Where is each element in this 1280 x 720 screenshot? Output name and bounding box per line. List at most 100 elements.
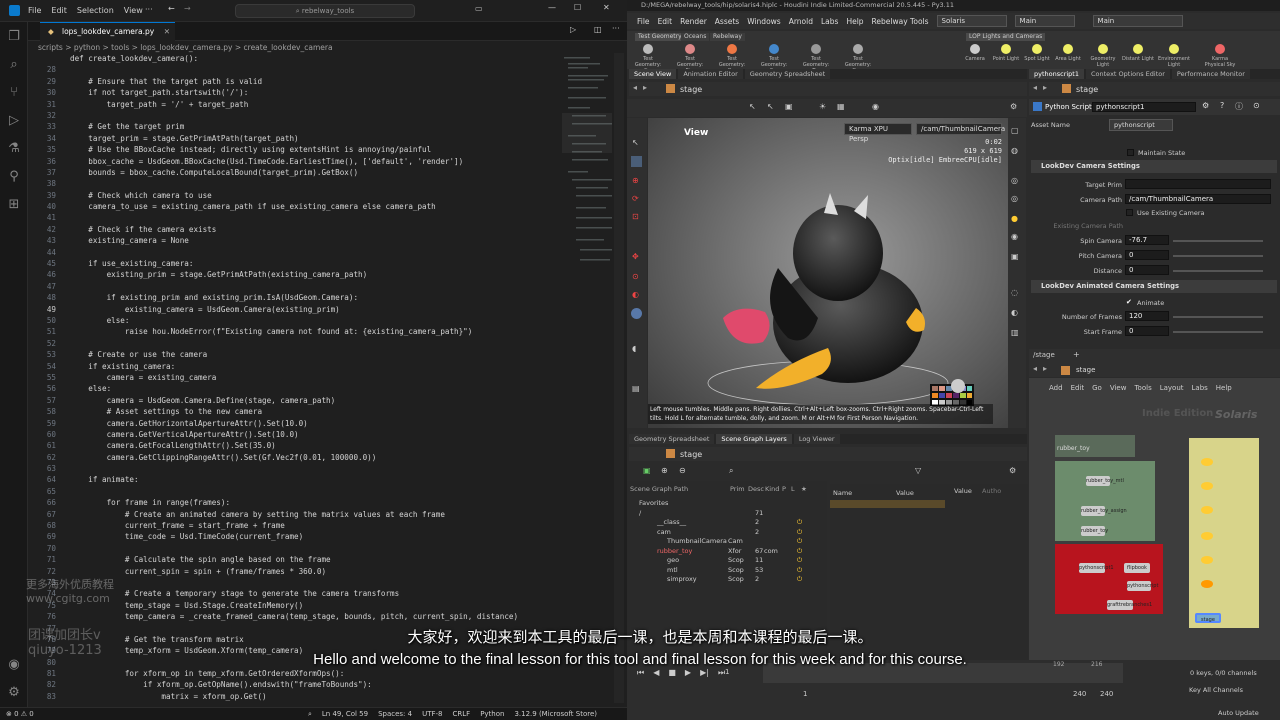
code-line[interactable]: 48 if existing_prim and existing_prim.Is… — [28, 292, 558, 303]
code-line[interactable]: def create_lookdev_camera(): — [28, 53, 558, 64]
problems-status[interactable]: ⊗ 0 ⚠ 0 — [6, 710, 34, 718]
indent-status[interactable]: Spaces: 4 — [378, 710, 412, 719]
camera-select[interactable]: /cam/ThumbnailCamera — [916, 123, 1005, 135]
node-pin-icon[interactable]: ⊙ — [1253, 101, 1260, 110]
sg-row[interactable]: rubber_toy Xfor 67 com ⏻ — [627, 547, 827, 557]
main-select-2[interactable]: Main — [1092, 15, 1183, 27]
jump-start-icon[interactable]: ⏮ — [637, 668, 644, 680]
command-search-input[interactable]: ⌕ rebelway_tools — [235, 4, 415, 18]
code-line[interactable]: 52 — [28, 338, 558, 349]
network-tab[interactable]: /stage — [1033, 351, 1055, 359]
code-line[interactable]: 54 if existing_camera: — [28, 361, 558, 372]
explorer-icon[interactable]: ❐ — [0, 22, 28, 50]
python-version-status[interactable]: 3.12.9 (Microsoft Store) — [514, 710, 597, 719]
shelf-tool-env-light[interactable]: Environment Light — [1157, 43, 1191, 68]
sg-col-star[interactable]: ★ — [801, 485, 807, 493]
sg-filter-icon[interactable]: ▽ — [915, 466, 921, 475]
step-forward-icon[interactable]: ▶| — [700, 668, 709, 680]
source-control-icon[interactable]: ⑂ — [0, 78, 28, 106]
shelf-tab-oceans[interactable]: Oceans — [681, 33, 710, 41]
node-rubber-toy[interactable]: rubber_toy — [1081, 526, 1108, 536]
code-line[interactable]: 30 if not target_path.startswith('/'): — [28, 87, 558, 98]
tab-log-viewer[interactable]: Log Viewer — [793, 434, 840, 444]
sg-row[interactable]: geo Scop 11 ⏻ — [627, 556, 827, 566]
layout-icon[interactable]: ▭ — [475, 4, 483, 13]
node-info-icon[interactable]: ⓘ — [1235, 101, 1243, 112]
viewport[interactable]: View Karma XPU Persp /cam/ThumbnailCamer… — [648, 118, 1008, 428]
code-line[interactable]: 79 temp_xform = UsdGeom.Xform(temp_camer… — [28, 645, 558, 656]
tab-performance-monitor[interactable]: Performance Monitor — [1171, 69, 1250, 79]
code-line[interactable]: 59 camera.GetHorizontalApertureAttr().Se… — [28, 418, 558, 429]
sg-stage-path[interactable]: stage — [680, 450, 702, 459]
encoding-status[interactable]: UTF-8 — [422, 710, 442, 719]
forward-arrow-icon[interactable]: → — [184, 4, 191, 13]
tool-pose-icon[interactable]: ⊙ — [632, 272, 639, 281]
tab-geometry-spreadsheet-2[interactable]: Geometry Spreadsheet — [629, 434, 715, 444]
back-icon[interactable]: ◂ — [633, 83, 637, 92]
distance-field[interactable]: 0 — [1125, 265, 1169, 275]
language-status[interactable]: Python — [480, 710, 504, 719]
shelf-tab-test-geometry[interactable]: Test Geometry — [635, 33, 685, 41]
code-line[interactable]: 50 else: — [28, 315, 558, 326]
shelf-tool-point-light[interactable]: Point Light — [989, 43, 1023, 67]
cursor-position[interactable]: Ln 49, Col 59 — [322, 710, 368, 719]
node-rubber-toy-assign[interactable]: rubber_toy_assign — [1081, 506, 1127, 516]
code-line[interactable]: 35 # Use the BBoxCache instead; directly… — [28, 144, 558, 155]
code-line[interactable]: 76 temp_camera = _create_framed_camera(t… — [28, 611, 558, 622]
scrollbar-vertical[interactable] — [614, 53, 624, 703]
visibility-icon[interactable]: ⏻ — [797, 547, 802, 557]
node-pythonscript1[interactable]: pythonscript1 — [1079, 563, 1114, 573]
sg-row[interactable]: simproxy Scop 2 ⏻ — [627, 575, 827, 585]
tab-lops-lookdev-camera[interactable]: ◆ lops_lookdev_camera.py ✕ — [40, 22, 175, 41]
sg-row[interactable]: __class__ 2 ⏻ — [627, 518, 827, 528]
param-forward-icon[interactable]: ▸ — [1043, 83, 1047, 92]
eol-status[interactable]: CRLF — [453, 710, 471, 719]
main-select[interactable]: Main — [1014, 15, 1075, 27]
section-animated-camera[interactable]: LookDev Animated Camera Settings — [1031, 280, 1277, 293]
scene-graph-tree[interactable]: Scene Graph Path Prim Desc Kind P L ★ Fa… — [627, 481, 827, 661]
sg-col-prim[interactable]: Prim — [730, 485, 745, 493]
remote-icon[interactable]: ⚲ — [0, 162, 28, 190]
net-menu-tools[interactable]: Tools — [1134, 384, 1151, 396]
param-back-icon[interactable]: ◂ — [1033, 83, 1037, 92]
close-button[interactable]: ✕ — [603, 3, 610, 12]
h-menu-file[interactable]: File — [637, 17, 650, 26]
editor-more-icon[interactable]: ··· — [612, 24, 620, 33]
renderer-select[interactable]: Karma XPU Persp — [844, 123, 912, 143]
attr-col-author[interactable]: Autho — [982, 487, 1001, 495]
visibility-icon[interactable]: ⏻ — [797, 518, 802, 528]
code-line[interactable]: 69 time_code = Usd.TimeCode(current_fram… — [28, 531, 558, 542]
pitch-camera-slider[interactable] — [1173, 255, 1263, 257]
network-stage-path[interactable]: stage — [1076, 366, 1095, 374]
display-icon-7[interactable]: ▣ — [1011, 252, 1019, 261]
node-rubber-toy-mtl[interactable]: rubber_toy_mtl — [1086, 476, 1124, 486]
code-line[interactable]: 55 camera = existing_camera — [28, 372, 558, 383]
run-debug-icon[interactable]: ▷ — [0, 106, 28, 134]
visibility-icon[interactable]: ⏻ — [797, 537, 802, 547]
network-editor[interactable]: Add Edit Go View Tools Layout Labs Help … — [1029, 378, 1280, 663]
minimap[interactable] — [562, 53, 612, 353]
tool-lock-icon[interactable] — [631, 156, 642, 167]
code-line[interactable]: 67 # Create an animated camera by settin… — [28, 509, 558, 520]
code-line[interactable]: 81 for xform_op in temp_xform.GetOrdered… — [28, 668, 558, 679]
display-icon-1[interactable]: ▢ — [1011, 126, 1019, 135]
code-line[interactable]: 77 — [28, 623, 558, 634]
background-icon[interactable]: ▦ — [837, 102, 845, 111]
attr-col-value2[interactable]: Value — [954, 487, 972, 495]
shelf-tool-geometry-light[interactable]: Geometry Light — [1086, 43, 1120, 68]
shelf-tool-test-geo-ge[interactable]: Test Geometry: Ge... — [841, 43, 875, 74]
net-menu-view[interactable]: View — [1110, 384, 1127, 396]
node-grafttrebranches1[interactable]: grafttrebranches1 — [1107, 600, 1152, 610]
light-node-6-icon[interactable] — [1201, 580, 1213, 588]
sg-row[interactable]: / 71 — [627, 509, 827, 519]
code-line[interactable]: 49 existing_camera = UsdGeom.Camera(exis… — [28, 304, 558, 315]
net-forward-icon[interactable]: ▸ — [1043, 364, 1047, 373]
zoom-icon[interactable]: ⌕ — [308, 710, 312, 719]
tool-rotate-icon[interactable]: ⟳ — [632, 194, 639, 203]
lighting-icon[interactable]: ☀ — [819, 102, 826, 111]
camera-path-field[interactable]: /cam/ThumbnailCamera — [1125, 194, 1271, 204]
code-line[interactable]: 64 if animate: — [28, 474, 558, 485]
shelf-tool-karma-sky[interactable]: Karma Physical Sky — [1203, 43, 1237, 68]
code-line[interactable]: 68 current_frame = start_frame + frame — [28, 520, 558, 531]
net-menu-help[interactable]: Help — [1216, 384, 1232, 396]
